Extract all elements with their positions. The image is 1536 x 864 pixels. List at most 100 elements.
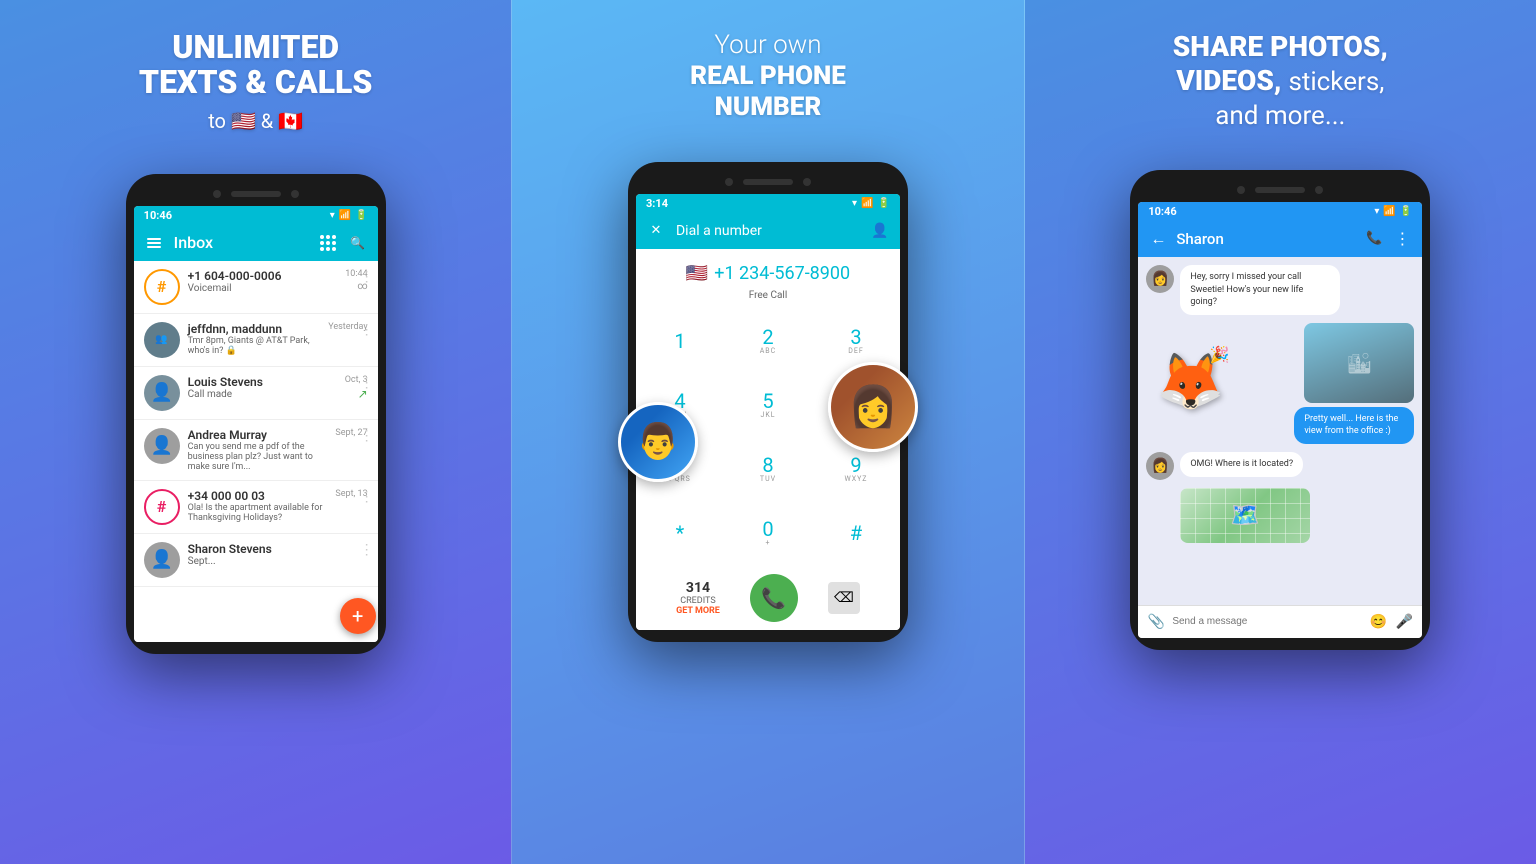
message-incoming-1: 👩 Hey, sorry I missed your call Sweetie!… [1146,265,1414,315]
number-display: 🇺🇸 +1 234-567-8900 [636,249,900,290]
panel-unlimited-texts: UNLIMITED TEXTS & CALLS to 🇺🇸 & 🇨🇦 10:46… [0,0,511,864]
free-call-label: Free Call [636,290,900,309]
wifi-icon: ▾ [330,210,335,221]
avatar-spain: # [144,489,180,525]
message-input[interactable] [1172,616,1362,627]
dial-key-8[interactable]: 8TUV [724,437,812,501]
chat-app-bar: ← Sharon 📞 ⋮ [1138,221,1422,257]
panel-share-photos: SHARE PHOTOS, VIDEOS, stickers, and more… [1025,0,1536,864]
msg-bubble-2: OMG! Where is it located? [1180,452,1303,477]
inbox-item-louis[interactable]: 👤 Louis Stevens Call made Oct, 3 ↗ ⋮ [134,367,378,420]
panel2-headline: Your own REAL PHONE NUMBER [690,30,846,124]
more-icon-5[interactable]: ⋮ [360,489,374,505]
inbox-screen: 10:46 ▾ 📶 🔋 Inbox [134,206,378,642]
panel-phone-number: Your own REAL PHONE NUMBER 3:14 ▾ 📶 🔋 ✕ … [511,0,1024,864]
emoji-icon[interactable]: 😊 [1368,612,1388,632]
panel3-headline: SHARE PHOTOS, VIDEOS, stickers, and more… [1173,30,1388,132]
more-icon-4[interactable]: ⋮ [360,428,374,444]
inbox-item-group[interactable]: 👥 jeffdnn, maddunn Tmr 8pm, Giants @ AT&… [134,314,378,367]
dial-key-hash[interactable]: # [812,501,900,565]
more-vert-icon[interactable]: ⋮ [1392,229,1412,249]
msg-bubble-caption: Pretty well... Here is the view from the… [1294,407,1414,444]
dial-key-5[interactable]: 5JKL [724,373,812,437]
call-icon[interactable]: 📞 [1364,229,1384,249]
wifi-icon-2: ▾ [852,198,857,209]
inbox-list: # +1 604-000-0006 Voicemail 10:44 ∞ ⋮ [134,261,378,642]
contact-name: Sharon [1176,230,1356,248]
dial-key-0[interactable]: 0+ [724,501,812,565]
message-map: 👩 🗺️ [1146,488,1414,543]
phone-camera-4 [803,178,811,186]
inbox-item-spain[interactable]: # +34 000 00 03 Ola! Is the apartment av… [134,481,378,534]
map-preview[interactable]: 🗺️ [1180,488,1310,543]
message-incoming-2: 👩 OMG! Where is it located? [1146,452,1414,480]
contact-icon[interactable]: 👤 [870,221,890,241]
inbox-item-sharon-s[interactable]: 👤 Sharon Stevens Sept... ⋮ [134,534,378,587]
floating-person-man: 👨 [618,402,698,482]
status-bar-2: 3:14 ▾ 📶 🔋 [636,194,900,213]
call-button[interactable]: 📞 [750,574,798,622]
grid-button[interactable] [318,233,338,253]
battery-icon: 🔋 [355,210,367,221]
phone-speaker-2 [743,179,793,185]
dial-key-2[interactable]: 2ABC [724,309,812,373]
signal-icon-3: 📶 [1383,206,1395,217]
message-outgoing-area: 🦊 🎉 🏙 Pretty well... Here is the view fr… [1146,323,1414,444]
phone-camera [213,190,221,198]
dial-key-star[interactable]: * [636,501,724,565]
mic-icon[interactable]: 🎤 [1394,612,1414,632]
inbox-title: Inbox [174,233,308,252]
phone-camera-3 [725,178,733,186]
more-icon-6[interactable]: ⋮ [360,542,374,558]
backspace-button[interactable]: ⌫ [828,582,860,614]
more-icon-3[interactable]: ⋮ [360,375,374,391]
phone-camera-5 [1237,186,1245,194]
dial-key-1[interactable]: 1 [636,309,724,373]
phone-camera-6 [1315,186,1323,194]
attachment-icon[interactable]: 📎 [1146,612,1166,632]
avatar-louis: 👤 [144,375,180,411]
menu-icon[interactable] [144,233,164,253]
dialed-number: 🇺🇸 +1 234-567-8900 [646,263,890,284]
msg-bubble-1: Hey, sorry I missed your call Sweetie! H… [1180,265,1340,315]
phone-speaker [231,191,281,197]
inbox-item-voicemail[interactable]: # +1 604-000-0006 Voicemail 10:44 ∞ ⋮ [134,261,378,314]
status-bar-3: 10:46 ▾ 📶 🔋 [1138,202,1422,221]
signal-icon-2: 📶 [861,198,873,209]
chat-input-bar: 📎 😊 🎤 [1138,605,1422,638]
chat-messages: 👩 Hey, sorry I missed your call Sweetie!… [1138,257,1422,605]
dial-footer: 314 CREDITS GET MORE 📞 ⌫ [636,566,900,630]
phone-frame-inbox: 10:46 ▾ 📶 🔋 Inbox [126,174,386,654]
dial-placeholder: Dial a number [676,223,860,239]
fab-compose[interactable]: + [340,598,376,634]
floating-person-woman: 👩 [828,362,918,452]
sticker: 🦊 🎉 [1156,350,1224,414]
wifi-icon-3: ▾ [1374,206,1379,217]
phone-frame-chat: 10:46 ▾ 📶 🔋 ← Sharon 📞 ⋮ 👩 Hey, sorry I … [1130,170,1430,650]
close-dial-icon[interactable]: ✕ [646,221,666,241]
status-bar: 10:46 ▾ 📶 🔋 [134,206,378,225]
panel1-headline: UNLIMITED TEXTS & CALLS to 🇺🇸 & 🇨🇦 [139,30,373,136]
signal-icon: 📶 [339,210,351,221]
search-icon[interactable]: 🔍 [348,233,368,253]
avatar-sharon-s: 👤 [144,542,180,578]
back-icon[interactable]: ← [1148,229,1168,249]
chat-screen: 10:46 ▾ 📶 🔋 ← Sharon 📞 ⋮ 👩 Hey, sorry I … [1138,202,1422,638]
phone-speaker-3 [1255,187,1305,193]
battery-icon-2: 🔋 [878,198,890,209]
avatar-group: 👥 [144,322,180,358]
phone-camera-2 [291,190,299,198]
flag-emoji: 🇺🇸 & 🇨🇦 [231,109,303,133]
battery-icon-3: 🔋 [1400,206,1412,217]
credits-display: 314 CREDITS GET MORE [676,580,720,616]
more-icon-2[interactable]: ⋮ [360,322,374,338]
inbox-item-andrea[interactable]: 👤 Andrea Murray Can you send me a pdf of… [134,420,378,481]
inbox-content-voicemail: +1 604-000-0006 Voicemail [188,269,338,294]
shared-photo: 🏙 [1304,323,1414,403]
avatar-andrea: 👤 [144,428,180,464]
phone-frame-dialer: 3:14 ▾ 📶 🔋 ✕ Dial a number 👤 🇺🇸 +1 234-5… [628,162,908,642]
avatar-voicemail: # [144,269,180,305]
inbox-app-bar: Inbox 🔍 [134,225,378,261]
msg-avatar-sharon-2: 👩 [1146,452,1174,480]
more-icon[interactable]: ⋮ [360,269,374,285]
